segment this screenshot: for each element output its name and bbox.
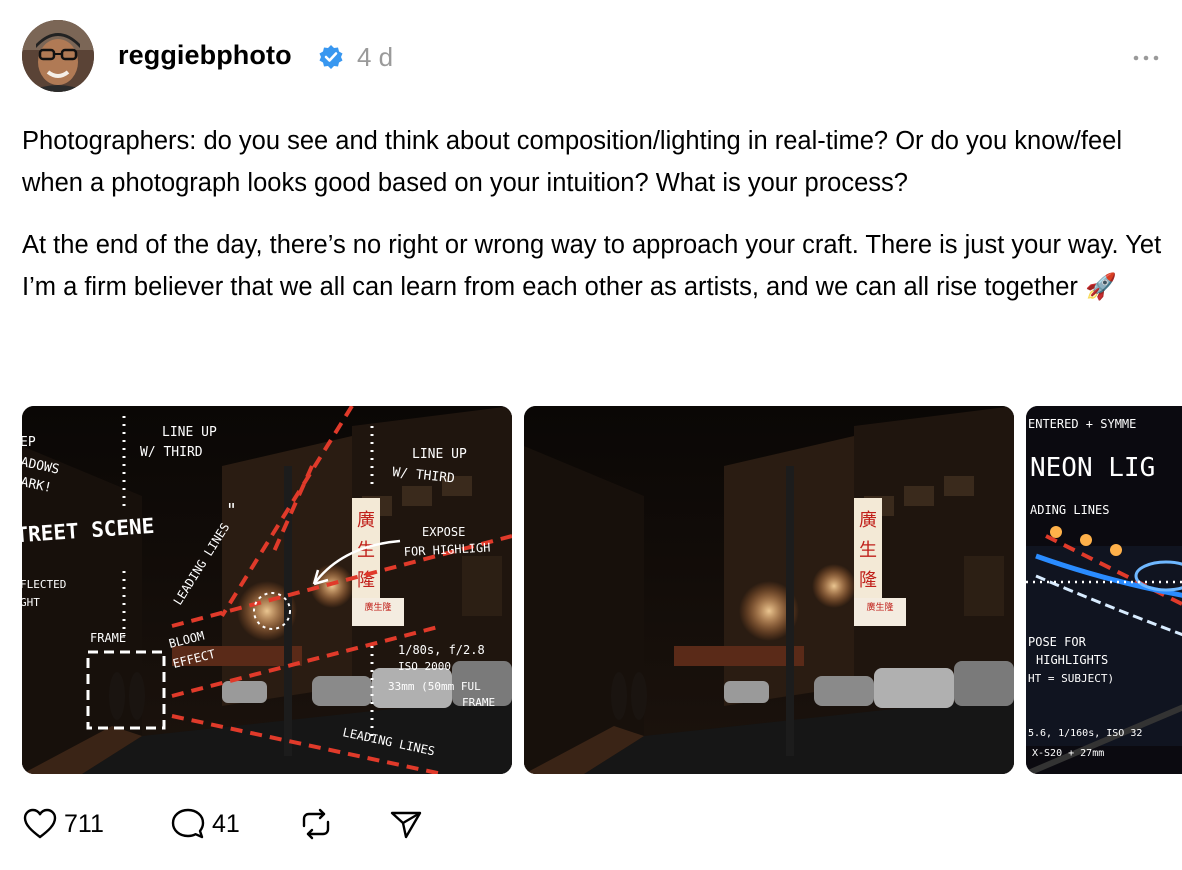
repost-button[interactable] [298,804,334,844]
annotation-text: 5.6, 1/160s, ISO 32 [1028,728,1142,739]
annotation-text: W/ THIRD [140,445,203,460]
ellipsis-icon [1133,55,1159,61]
post-paragraph: At the end of the day, there’s no right … [22,231,1162,301]
annotation-text: EP [22,435,36,450]
reply-count: 41 [212,809,240,838]
reply-button[interactable]: 41 [170,804,240,844]
avatar-image [22,20,94,92]
sign-plate: 廣生隆 [866,601,893,613]
repost-arrows-icon [302,808,330,840]
username[interactable]: reggiebphoto [118,40,292,71]
annotation-text: POSE FOR [1028,635,1087,649]
annotation-text: NEON LIG [1030,453,1155,483]
share-button[interactable] [388,804,424,844]
street-photo[interactable]: 廣 生 隆 廣生隆 [524,406,1014,774]
like-button[interactable]: 711 [22,804,104,844]
sign-char: 廣 [859,510,877,531]
annotation-text: X-S20 + 27mm [1032,748,1104,759]
annotation-text: FRAME [90,631,126,645]
avatar[interactable] [22,20,94,92]
annotation-text: ENTERED + SYMME [1028,417,1136,431]
annotated-neon-photo[interactable]: ENTERED + SYMME NEON LIG ADING LINES POS… [1026,406,1182,774]
paper-plane-icon [390,811,422,839]
sign-char: 隆 [859,570,877,591]
annotation-text: ISO 2000 [398,660,451,673]
annotation-text: " [226,500,237,521]
annotation-text: LINE UP [162,425,217,440]
annotation-text: HIGHLIGHTS [1036,653,1108,667]
media-carousel[interactable]: 廣 生 隆 廣生隆 EP ADOWS ARK! LINE UP W/ THIRD… [22,406,1182,774]
annotation-text: LINE UP [412,447,467,462]
post-body: Photographers: do you see and think abou… [22,120,1172,328]
speech-bubble-icon [171,808,205,839]
sign-char: 生 [859,540,877,561]
annotation-text: EXPOSE [422,525,465,539]
post-actions: 711 41 [22,804,442,844]
verified-badge-icon [318,44,344,70]
like-count: 711 [64,809,104,838]
annotation-text: HT = SUBJECT) [1028,672,1114,685]
annotated-street-photo[interactable]: 廣 生 隆 廣生隆 EP ADOWS ARK! LINE UP W/ THIRD… [22,406,512,774]
more-options-button[interactable] [1128,48,1164,68]
sign-char: 廣 [357,510,375,531]
post-timestamp[interactable]: 4 d [357,42,393,73]
heart-icon [23,808,57,839]
annotation-text: 33mm (50mm FUL [388,680,481,693]
annotation-text: ADING LINES [1030,503,1109,517]
post-paragraph: Photographers: do you see and think abou… [22,127,1122,197]
annotation-text: FRAME [462,696,495,709]
sign-plate: 廣生隆 [364,601,391,613]
annotation-text: FLECTED [22,578,66,591]
annotation-text: 1/80s, f/2.8 [398,643,485,657]
annotation-text: GHT [22,596,40,609]
